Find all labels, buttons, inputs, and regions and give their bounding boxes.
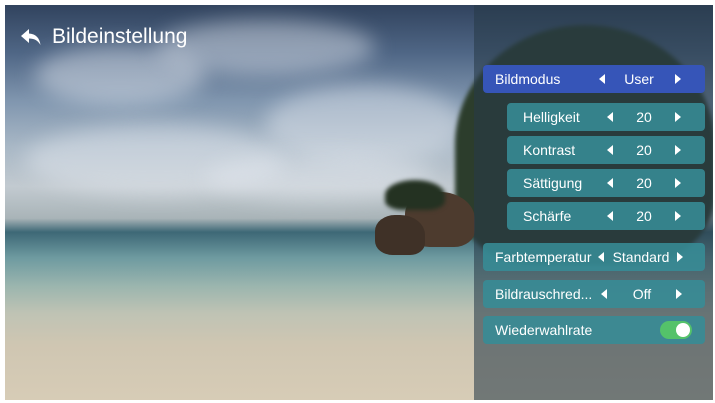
saettigung-label: Sättigung xyxy=(523,175,583,191)
menu-item-bildrauschreduzierung[interactable]: Bildrauschred... Off xyxy=(483,280,705,308)
wiederwahlrate-label: Wiederwahlrate xyxy=(495,322,593,338)
menu-item-farbtemperatur[interactable]: Farbtemperatur Standard xyxy=(483,243,705,271)
menu-item-helligkeit[interactable]: Helligkeit 20 xyxy=(507,103,705,131)
rauschred-value: Off xyxy=(632,286,652,302)
wiederwahlrate-toggle[interactable] xyxy=(660,321,692,339)
menu-item-schaerfe[interactable]: Schärfe 20 xyxy=(507,202,705,230)
cloud xyxy=(265,85,465,165)
arrow-left-icon[interactable] xyxy=(607,112,613,122)
menu-item-kontrast[interactable]: Kontrast 20 xyxy=(507,136,705,164)
cloud xyxy=(155,20,375,75)
helligkeit-value: 20 xyxy=(636,109,652,125)
bildmodus-label: Bildmodus xyxy=(495,71,561,87)
menu-item-wiederwahlrate[interactable]: Wiederwahlrate xyxy=(483,316,705,344)
arrow-left-icon[interactable] xyxy=(599,74,605,84)
rock-island xyxy=(365,180,485,270)
kontrast-value: 20 xyxy=(636,142,652,158)
arrow-left-icon[interactable] xyxy=(607,145,613,155)
header: Bildeinstellung xyxy=(20,25,187,49)
saettigung-value: 20 xyxy=(636,175,652,191)
arrow-left-icon[interactable] xyxy=(598,252,604,262)
arrow-right-icon[interactable] xyxy=(675,211,681,221)
menu-item-saettigung[interactable]: Sättigung 20 xyxy=(507,169,705,197)
helligkeit-label: Helligkeit xyxy=(523,109,580,125)
bildmodus-value: User xyxy=(624,71,654,87)
arrow-right-icon[interactable] xyxy=(675,145,681,155)
farbtemperatur-value: Standard xyxy=(612,249,670,265)
arrow-right-icon[interactable] xyxy=(675,74,681,84)
arrow-left-icon[interactable] xyxy=(607,178,613,188)
arrow-right-icon[interactable] xyxy=(677,252,683,262)
arrow-right-icon[interactable] xyxy=(675,178,681,188)
arrow-right-icon[interactable] xyxy=(676,289,682,299)
farbtemperatur-label: Farbtemperatur xyxy=(495,249,592,265)
arrow-left-icon[interactable] xyxy=(601,289,607,299)
arrow-left-icon[interactable] xyxy=(607,211,613,221)
page-title: Bildeinstellung xyxy=(52,25,188,48)
arrow-right-icon[interactable] xyxy=(675,112,681,122)
toggle-knob xyxy=(676,323,690,337)
preview-screen: Bildeinstellung Bildmodus User Helligkei… xyxy=(5,5,713,400)
schaerfe-value: 20 xyxy=(636,208,652,224)
back-arrow-icon[interactable] xyxy=(20,27,42,47)
rauschred-label: Bildrauschred... xyxy=(495,286,593,302)
schaerfe-label: Schärfe xyxy=(523,208,572,224)
kontrast-label: Kontrast xyxy=(523,142,576,158)
menu-item-bildmodus[interactable]: Bildmodus User xyxy=(483,65,705,93)
